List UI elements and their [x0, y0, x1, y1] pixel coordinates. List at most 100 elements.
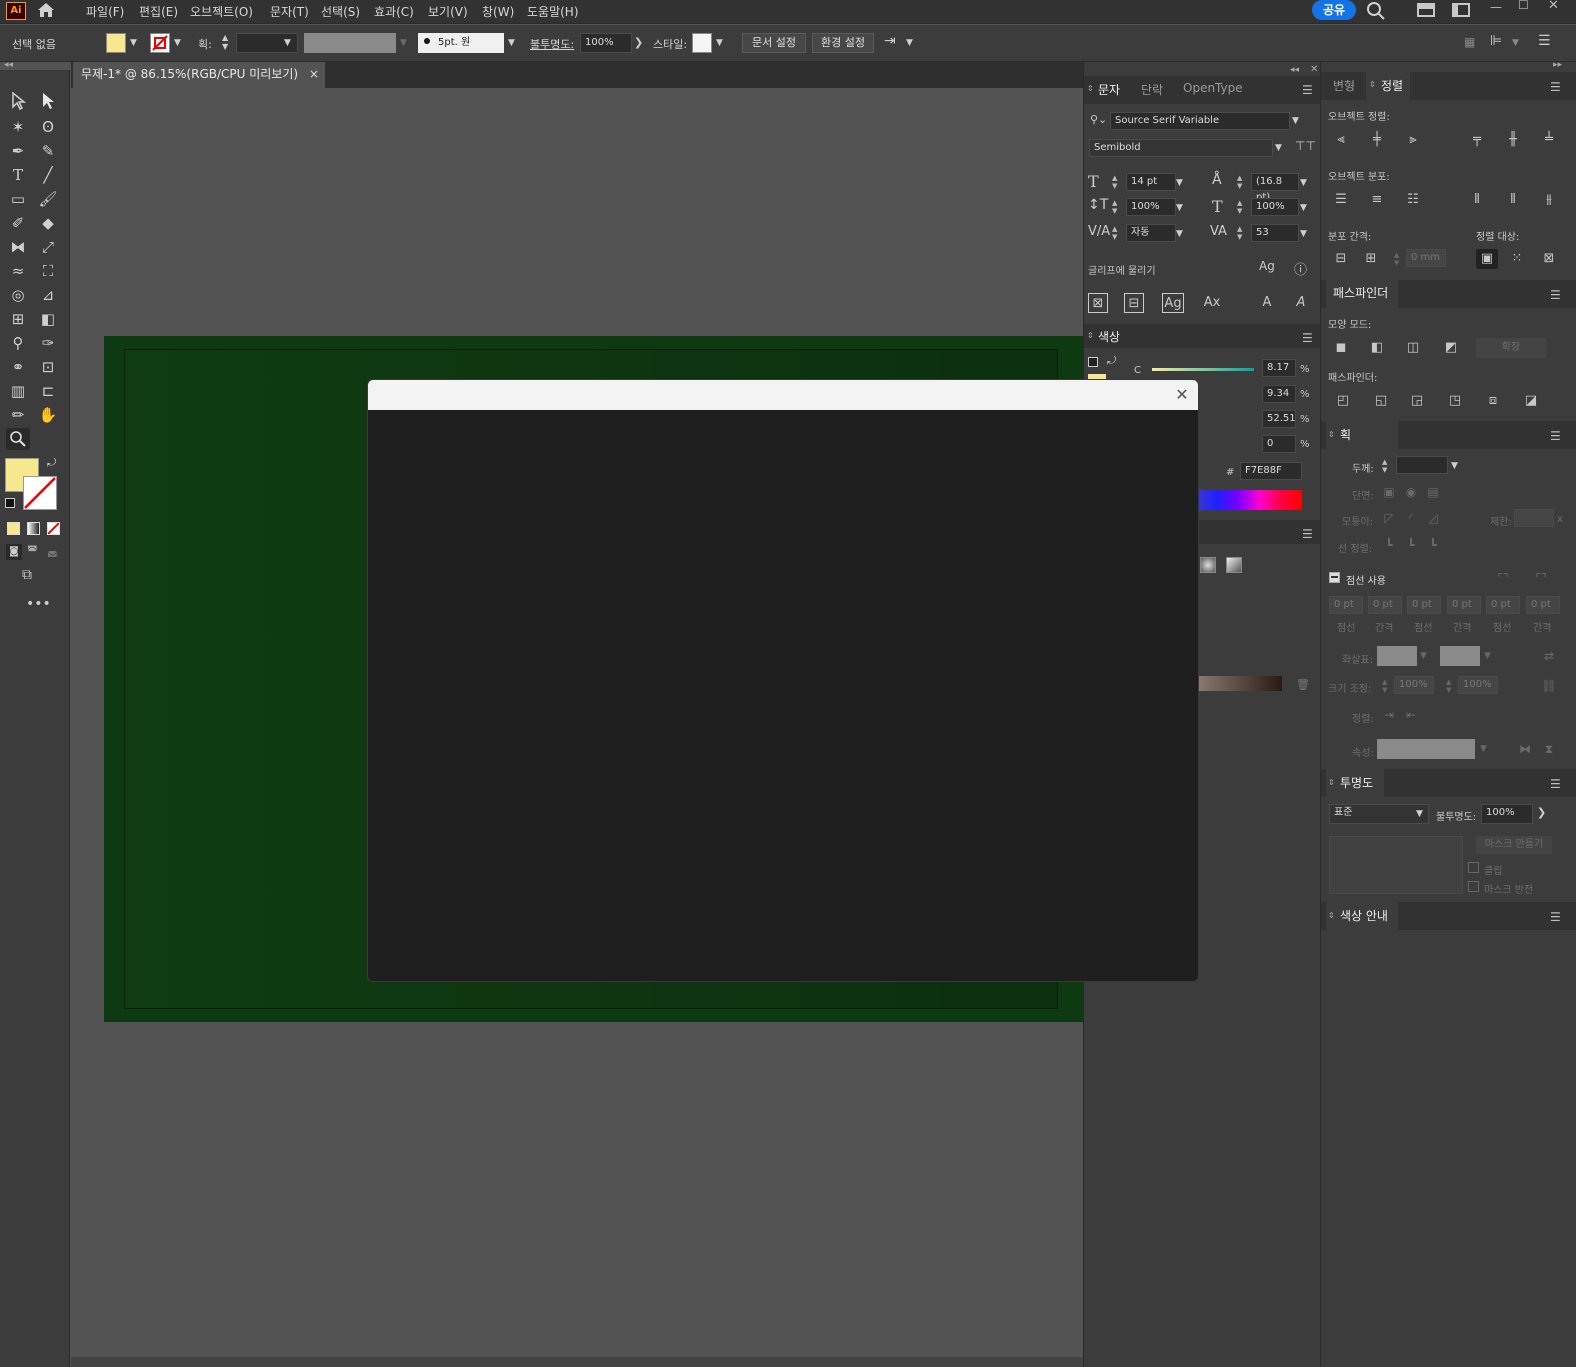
font-family-field[interactable]: Source Serif Variable [1110, 112, 1290, 130]
paintbrush-tool-icon[interactable]: 🖌 [36, 188, 60, 210]
color-panel-menu-icon[interactable]: ☰ [1302, 331, 1313, 345]
unite-icon[interactable]: ◼ [1330, 338, 1352, 358]
color-guide-title[interactable]: 색상 안내 [1340, 907, 1388, 924]
chevron-down-icon[interactable]: ▼ [1512, 38, 1519, 48]
tab-paragraph[interactable]: 단락 [1141, 81, 1163, 98]
stroke-panel-menu-icon[interactable]: ☰ [1550, 429, 1561, 443]
share-button[interactable]: 공유 [1312, 0, 1356, 20]
opacity-label[interactable]: 불투명도: [530, 36, 574, 52]
merge-icon[interactable]: ◲ [1406, 391, 1428, 411]
exclude-icon[interactable]: ◩ [1440, 338, 1462, 358]
glyph-snap-icon[interactable]: Ag [1259, 259, 1275, 273]
home-icon[interactable] [36, 1, 58, 21]
menu-window[interactable]: 창(W) [482, 3, 514, 20]
chevron-down-icon[interactable]: ▼ [1300, 229, 1307, 239]
swap-icon[interactable]: ⤾ [1107, 354, 1116, 368]
menu-help[interactable]: 도움말(H) [527, 3, 579, 20]
leading-field[interactable]: (16.8 pt) [1251, 173, 1299, 203]
document-tab[interactable]: 무제-1* @ 86.15%(RGB/CPU 미리보기) × [73, 62, 325, 88]
tab-opentype[interactable]: OpenType [1183, 81, 1243, 95]
type-tool-icon[interactable]: T [6, 164, 30, 186]
distribute-hcenter-icon[interactable]: ⦀ [1502, 190, 1524, 210]
pathfinder-title[interactable]: 패스파인더 [1333, 284, 1388, 301]
scale-tool-icon[interactable]: ⤢ [36, 236, 60, 258]
draw-normal-icon[interactable]: ◙ [6, 544, 22, 560]
search-icon[interactable] [1366, 1, 1386, 21]
transparency-opacity-field[interactable]: 100% [1481, 804, 1533, 824]
eyedropper-tool-icon[interactable]: ⚲ [6, 332, 30, 354]
stepper-icon[interactable]: ▲ ▼ [222, 33, 228, 51]
zoom-tool-icon[interactable] [6, 428, 30, 450]
crop-icon[interactable]: ◳ [1444, 391, 1466, 411]
align-to-key-icon[interactable]: ▣ [1476, 249, 1498, 269]
menu-file[interactable]: 파일(F) [86, 3, 124, 20]
default-colors-icon[interactable] [5, 498, 15, 508]
chevron-down-icon[interactable]: ▼ [1292, 116, 1299, 126]
horizontal-scale-field[interactable]: 100% [1251, 198, 1299, 216]
font-style-field[interactable]: Semibold [1089, 139, 1273, 157]
vertical-spacing-icon[interactable]: ⊟ [1330, 249, 1352, 269]
distribute-bottom-icon[interactable]: ☷ [1402, 190, 1424, 210]
yellow-value-field[interactable]: 52.51 [1262, 410, 1296, 428]
magenta-value-field[interactable]: 9.34 [1262, 385, 1296, 403]
chevron-down-icon[interactable]: ▼ [1176, 203, 1183, 213]
reflect-tool-icon[interactable]: ⧓ [6, 236, 30, 258]
free-transform-tool-icon[interactable]: ⛶ [36, 260, 60, 282]
stepper-icon[interactable]: ▲ ▼ [1112, 199, 1117, 215]
symbol-sprayer-tool-icon[interactable]: ⊡ [36, 356, 60, 378]
chevron-down-icon[interactable]: ▼ [1176, 229, 1183, 239]
menu-object[interactable]: 오브젝트(O) [190, 3, 253, 20]
arrange-docs-icon[interactable] [1417, 3, 1435, 17]
brush-definition-field[interactable]: 5pt. 원 [418, 33, 504, 53]
chevron-right-icon[interactable]: ❯ [634, 36, 643, 49]
distribute-top-icon[interactable]: ☰ [1330, 190, 1352, 210]
chevron-down-icon[interactable]: ▼ [1275, 143, 1282, 153]
align-to-artboard-icon[interactable]: ⊠ [1538, 249, 1560, 269]
minus-front-icon[interactable]: ◧ [1366, 338, 1388, 358]
divide-icon[interactable]: ◰ [1332, 391, 1354, 411]
snap-xheight-icon[interactable]: ⊟ [1124, 293, 1144, 313]
draw-behind-icon[interactable]: ◚ [27, 544, 38, 557]
selection-tool-icon[interactable] [6, 91, 30, 114]
document-setup-button[interactable]: 문서 설정 [742, 33, 806, 53]
menu-type[interactable]: 문자(T) [270, 3, 309, 20]
line-tool-icon[interactable]: ╱ [36, 164, 60, 186]
snap-proximity-icon[interactable]: Ax [1200, 293, 1224, 313]
type-options-icon[interactable]: ⊤⊤ [1295, 139, 1316, 153]
direct-selection-tool-icon[interactable] [36, 92, 60, 114]
color-spectrum[interactable] [1196, 490, 1302, 510]
freeform-gradient-icon[interactable] [1226, 557, 1242, 573]
swap-fill-stroke-icon[interactable]: ⤾ [47, 456, 56, 470]
font-search-icon[interactable]: ⚲⌄ [1090, 113, 1107, 126]
vertical-scale-field[interactable]: 100% [1126, 198, 1176, 216]
opacity-field[interactable]: 100% [580, 33, 632, 53]
chevron-down-icon[interactable]: ▼ [284, 38, 291, 48]
collapse-icon[interactable]: ◂◂ [4, 60, 13, 70]
chevron-down-icon[interactable]: ▼ [1300, 203, 1307, 213]
hand-tool-icon[interactable]: ✋ [36, 404, 60, 426]
slice-tool-icon[interactable]: ✏ [6, 404, 30, 426]
chevron-down-icon[interactable]: ▼ [1416, 809, 1423, 819]
color-mode-icon[interactable] [7, 522, 20, 535]
stepper-icon[interactable]: ▲ ▼ [1112, 225, 1117, 241]
hex-value-field[interactable]: F7E88F [1240, 462, 1302, 480]
info-icon[interactable]: ⓘ [1294, 259, 1307, 278]
tracking-field[interactable]: 53 [1251, 224, 1299, 242]
lasso-tool-icon[interactable]: ʘ [36, 116, 60, 138]
panel-close-icon[interactable]: ✕ [1310, 64, 1318, 75]
stepper-icon[interactable]: ▲ ▼ [1382, 458, 1387, 474]
chevron-down-icon[interactable]: ▼ [174, 38, 181, 48]
shape-builder-tool-icon[interactable]: ◎ [6, 284, 30, 306]
fill-swatch[interactable] [106, 33, 126, 53]
align-left-icon[interactable]: ⫷ [1330, 130, 1352, 150]
maximize-icon[interactable]: ☐ [1518, 0, 1529, 12]
curvature-tool-icon[interactable]: ✎ [36, 140, 60, 162]
align-bottom-icon[interactable]: ╧ [1538, 130, 1560, 150]
control-menu-icon[interactable]: ☰ [1538, 33, 1551, 49]
chevron-down-icon[interactable]: ▼ [1451, 461, 1458, 471]
workspace-icon[interactable] [1452, 3, 1470, 17]
stroke-panel-title[interactable]: 획 [1340, 426, 1351, 443]
column-graph-tool-icon[interactable]: ▥ [6, 380, 30, 402]
cyan-value-field[interactable]: 8.17 [1262, 359, 1296, 377]
panel-collapse-icon[interactable]: ◂◂ [1290, 65, 1299, 75]
